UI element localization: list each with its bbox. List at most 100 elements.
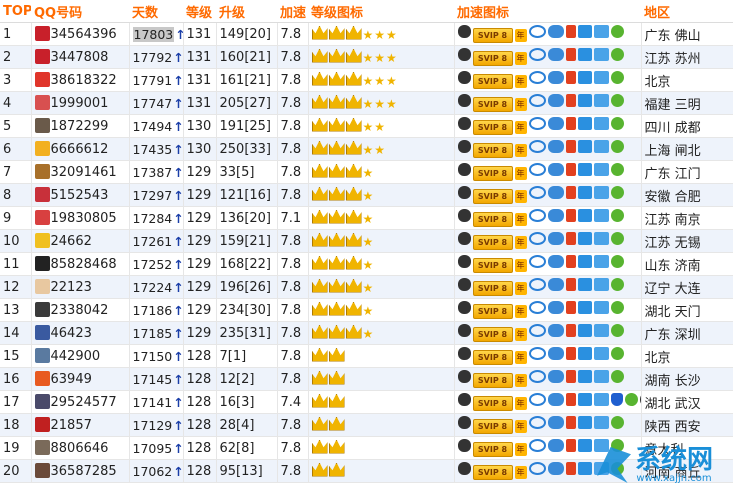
svip-badge-icon[interactable]: SVIP 8: [472, 465, 513, 480]
medal-icon[interactable]: [565, 94, 576, 107]
svip-badge-icon[interactable]: SVIP 8: [472, 120, 513, 135]
qq-number[interactable]: 3447808: [51, 50, 109, 65]
svip-badge-icon[interactable]: SVIP 8: [472, 51, 513, 66]
annual-badge-icon[interactable]: 年: [514, 305, 527, 318]
card-icon[interactable]: [593, 416, 609, 429]
svip-badge-icon[interactable]: SVIP 8: [472, 28, 513, 43]
card-icon[interactable]: [593, 324, 609, 337]
avatar[interactable]: [34, 417, 50, 432]
annual-badge-icon[interactable]: 年: [514, 29, 527, 42]
penguin-icon[interactable]: [457, 278, 471, 291]
verified-v-icon[interactable]: [528, 301, 546, 314]
annual-badge-icon[interactable]: 年: [514, 351, 527, 364]
verified-v-icon[interactable]: [528, 94, 546, 107]
stack-icon[interactable]: [577, 48, 592, 61]
green-badge-icon[interactable]: [610, 324, 624, 337]
qq-number[interactable]: 442900: [51, 349, 101, 364]
svip-badge-icon[interactable]: SVIP 8: [472, 327, 513, 342]
gamepad-icon[interactable]: [547, 163, 564, 176]
gamepad-icon[interactable]: [547, 370, 564, 383]
gamepad-icon[interactable]: [547, 117, 564, 130]
svip-badge-icon[interactable]: SVIP 8: [472, 350, 513, 365]
medal-icon[interactable]: [565, 439, 576, 452]
penguin-icon[interactable]: [457, 94, 471, 107]
verified-v-icon[interactable]: [528, 462, 546, 475]
stack-icon[interactable]: [577, 25, 592, 38]
qq-number[interactable]: 8806646: [51, 441, 109, 456]
annual-badge-icon[interactable]: 年: [514, 466, 527, 479]
gamepad-icon[interactable]: [547, 25, 564, 38]
verified-v-icon[interactable]: [528, 416, 546, 429]
qq-number[interactable]: 1999001: [51, 96, 109, 111]
gamepad-icon[interactable]: [547, 186, 564, 199]
green-badge-icon[interactable]: [610, 347, 624, 360]
card-icon[interactable]: [593, 278, 609, 291]
card-icon[interactable]: [593, 25, 609, 38]
gamepad-icon[interactable]: [547, 416, 564, 429]
verified-v-icon[interactable]: [528, 25, 546, 38]
qq-number[interactable]: 38618322: [51, 73, 117, 88]
annual-badge-icon[interactable]: 年: [514, 443, 527, 456]
gamepad-icon[interactable]: [547, 140, 564, 153]
green-badge-icon[interactable]: [610, 209, 624, 222]
avatar[interactable]: [34, 463, 50, 478]
card-icon[interactable]: [593, 347, 609, 360]
medal-icon[interactable]: [565, 163, 576, 176]
penguin-icon[interactable]: [457, 117, 471, 130]
gamepad-icon[interactable]: [547, 347, 564, 360]
verified-v-icon[interactable]: [528, 48, 546, 61]
avatar[interactable]: [34, 187, 50, 202]
medal-icon[interactable]: [565, 25, 576, 38]
avatar[interactable]: [34, 279, 50, 294]
card-icon[interactable]: [593, 370, 609, 383]
shield-icon[interactable]: [610, 393, 623, 406]
penguin-icon[interactable]: [457, 140, 471, 153]
green-badge-icon[interactable]: [610, 186, 624, 199]
penguin-icon[interactable]: [457, 25, 471, 38]
verified-v-icon[interactable]: [528, 439, 546, 452]
qq-number[interactable]: 19830805: [51, 211, 117, 226]
medal-icon[interactable]: [565, 140, 576, 153]
avatar[interactable]: [34, 141, 50, 156]
card-icon[interactable]: [593, 71, 609, 84]
gamepad-icon[interactable]: [547, 255, 564, 268]
avatar[interactable]: [34, 210, 50, 225]
stack-icon[interactable]: [577, 255, 592, 268]
avatar[interactable]: [34, 325, 50, 340]
penguin-icon[interactable]: [457, 324, 471, 337]
gamepad-icon[interactable]: [547, 209, 564, 222]
qq-number[interactable]: 24662: [51, 234, 92, 249]
annual-badge-icon[interactable]: 年: [514, 190, 527, 203]
svip-badge-icon[interactable]: SVIP 8: [472, 212, 513, 227]
stack-icon[interactable]: [577, 324, 592, 337]
penguin-icon[interactable]: [457, 71, 471, 84]
stack-icon[interactable]: [577, 278, 592, 291]
annual-badge-icon[interactable]: 年: [514, 121, 527, 134]
annual-badge-icon[interactable]: 年: [514, 374, 527, 387]
gamepad-icon[interactable]: [547, 278, 564, 291]
verified-v-icon[interactable]: [528, 278, 546, 291]
annual-badge-icon[interactable]: 年: [514, 213, 527, 226]
avatar[interactable]: [34, 49, 50, 64]
penguin-icon[interactable]: [457, 370, 471, 383]
penguin-icon[interactable]: [457, 347, 471, 360]
avatar[interactable]: [34, 95, 50, 110]
stack-icon[interactable]: [577, 71, 592, 84]
stack-icon[interactable]: [577, 347, 592, 360]
qq-number[interactable]: 85828468: [51, 257, 117, 272]
stack-icon[interactable]: [577, 439, 592, 452]
verified-v-icon[interactable]: [528, 255, 546, 268]
gamepad-icon[interactable]: [547, 48, 564, 61]
card-icon[interactable]: [593, 255, 609, 268]
stack-icon[interactable]: [577, 301, 592, 314]
svip-badge-icon[interactable]: SVIP 8: [472, 442, 513, 457]
green-badge-icon[interactable]: [610, 48, 624, 61]
annual-badge-icon[interactable]: 年: [514, 328, 527, 341]
stack-icon[interactable]: [577, 209, 592, 222]
qq-number[interactable]: 36587285: [51, 464, 117, 479]
verified-v-icon[interactable]: [528, 163, 546, 176]
medal-icon[interactable]: [565, 209, 576, 222]
green-badge-icon[interactable]: [610, 370, 624, 383]
svip-badge-icon[interactable]: SVIP 8: [472, 166, 513, 181]
green-badge-icon[interactable]: [610, 416, 624, 429]
